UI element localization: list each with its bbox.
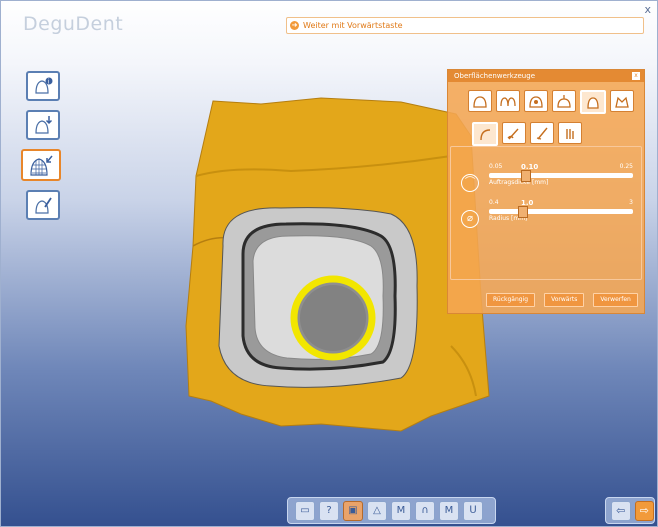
mesh-adapt-button[interactable]	[21, 149, 61, 181]
radius-knob[interactable]	[518, 206, 529, 218]
tool-smooth-surface-button[interactable]	[558, 122, 582, 144]
app-window: DeguDent x ➜ Weiter mit Vorwärtstaste i	[0, 0, 658, 527]
thickness-track[interactable]	[489, 170, 633, 182]
crown-info-icon: i	[35, 77, 53, 94]
tool-remove-material-button[interactable]	[530, 122, 554, 144]
help-icon: ?	[326, 505, 332, 516]
panel-close-button[interactable]: x	[632, 72, 640, 80]
back-button[interactable]: ⇦	[611, 500, 631, 521]
tool-smooth-button[interactable]	[610, 90, 634, 112]
crown-edit-button[interactable]	[26, 190, 60, 220]
forward-button[interactable]: ⇨	[634, 500, 654, 521]
tool-occlusion-button[interactable]	[552, 90, 576, 112]
thickness-label: Auftragsdicke [mm]	[489, 179, 549, 186]
bottom-toolbar: ▭ ? ▣ △ M ∩ M ᑌ	[287, 497, 496, 524]
crown-add-icon	[473, 96, 487, 108]
thickness-icon: ⌒	[461, 174, 479, 192]
window-close-button[interactable]: x	[644, 3, 651, 16]
view-root-button[interactable]: ᑌ	[463, 500, 483, 521]
redo-button[interactable]: Vorwärts	[544, 293, 585, 307]
navigation-bar: ⇦ ⇨	[605, 497, 655, 524]
discard-button[interactable]: Verwerfen	[593, 293, 638, 307]
arrow-right-icon: ⇨	[639, 504, 649, 517]
view-buccal-button[interactable]: M	[439, 500, 459, 521]
arrow-left-icon: ⇦	[616, 504, 626, 517]
panel-title: Oberflächenwerkzeuge x	[448, 70, 644, 82]
tool-contact-button[interactable]	[496, 90, 520, 112]
panel-title-text: Oberflächenwerkzeuge	[454, 72, 535, 80]
tool-add-material-button[interactable]	[502, 122, 526, 144]
arrow-right-circle-icon: ➜	[290, 21, 299, 30]
save-button[interactable]: ▭	[295, 500, 315, 521]
anatomy-icon	[529, 96, 543, 108]
instruction-bar: ➜ Weiter mit Vorwärtstaste	[286, 17, 644, 34]
thickness-slider[interactable]: 0.05 0.10 0.25 Auftragsdicke [mm]	[489, 163, 633, 186]
view-icon: ▣	[348, 505, 358, 516]
crown-download-icon	[35, 116, 53, 134]
thickness-max: 0.25	[619, 163, 633, 170]
tooth-buccal-icon: M	[444, 505, 454, 516]
slider-group: ⌒ 0.05 0.10 0.25 Auftragsdicke [mm] ⌀ 0.…	[450, 146, 642, 280]
surface-tool-row	[472, 122, 582, 146]
crown-edit-icon	[35, 197, 52, 214]
brush-remove-icon	[536, 127, 548, 140]
tooth-occlusal-icon: M	[396, 505, 406, 516]
contact-icon	[500, 97, 516, 107]
tool-crown-add-button[interactable]	[468, 90, 492, 112]
view-occlusal-button[interactable]: M	[391, 500, 411, 521]
view-lingual-button[interactable]: ∩	[415, 500, 435, 521]
radius-slider[interactable]: 0.4 1.0 3 Radius [mm]	[489, 199, 633, 222]
view-front-button[interactable]: △	[367, 500, 387, 521]
tool-surface-button[interactable]	[580, 90, 606, 114]
occlusion-icon	[557, 95, 571, 108]
tool-apply-curve-button[interactable]	[472, 122, 498, 146]
panel-buttons: Rückgängig Vorwärts Verwerfen	[486, 293, 638, 307]
radius-track[interactable]	[489, 206, 633, 218]
undo-button[interactable]: Rückgängig	[486, 293, 536, 307]
surface-icon	[587, 97, 599, 109]
brush-add-icon	[507, 128, 519, 140]
radius-icon: ⌀	[461, 210, 479, 228]
smooth-surface-icon	[566, 129, 574, 139]
tooth-front-icon: △	[373, 505, 381, 516]
radius-max: 3	[629, 199, 633, 206]
crown-info-button[interactable]: i	[26, 71, 60, 101]
tool-anatomy-button[interactable]	[524, 90, 548, 112]
thickness-min: 0.05	[489, 163, 503, 170]
view-button[interactable]: ▣	[343, 500, 363, 521]
app-logo: DeguDent	[23, 13, 124, 35]
tooth-root-icon: ᑌ	[469, 505, 477, 516]
radius-label: Radius [mm]	[489, 215, 528, 222]
surface-tools-panel: Oberflächenwerkzeuge x ⌒ 0.05 0.10 0.25	[447, 69, 645, 314]
save-icon: ▭	[300, 505, 310, 516]
left-toolbar: i	[21, 71, 61, 229]
crown-load-button[interactable]	[26, 110, 60, 140]
instruction-text: Weiter mit Vorwärtstaste	[303, 21, 403, 30]
mesh-adapt-icon	[30, 155, 53, 176]
thickness-knob[interactable]	[521, 170, 531, 182]
radius-min: 0.4	[489, 199, 499, 206]
help-button[interactable]: ?	[319, 500, 339, 521]
curve-icon	[480, 129, 491, 141]
tool-category-row	[468, 90, 634, 114]
smooth-icon	[615, 96, 629, 108]
radius-scale: 0.4 1.0 3	[489, 199, 633, 208]
tooth-lingual-icon: ∩	[421, 505, 429, 516]
thickness-scale: 0.05 0.10 0.25	[489, 163, 633, 172]
